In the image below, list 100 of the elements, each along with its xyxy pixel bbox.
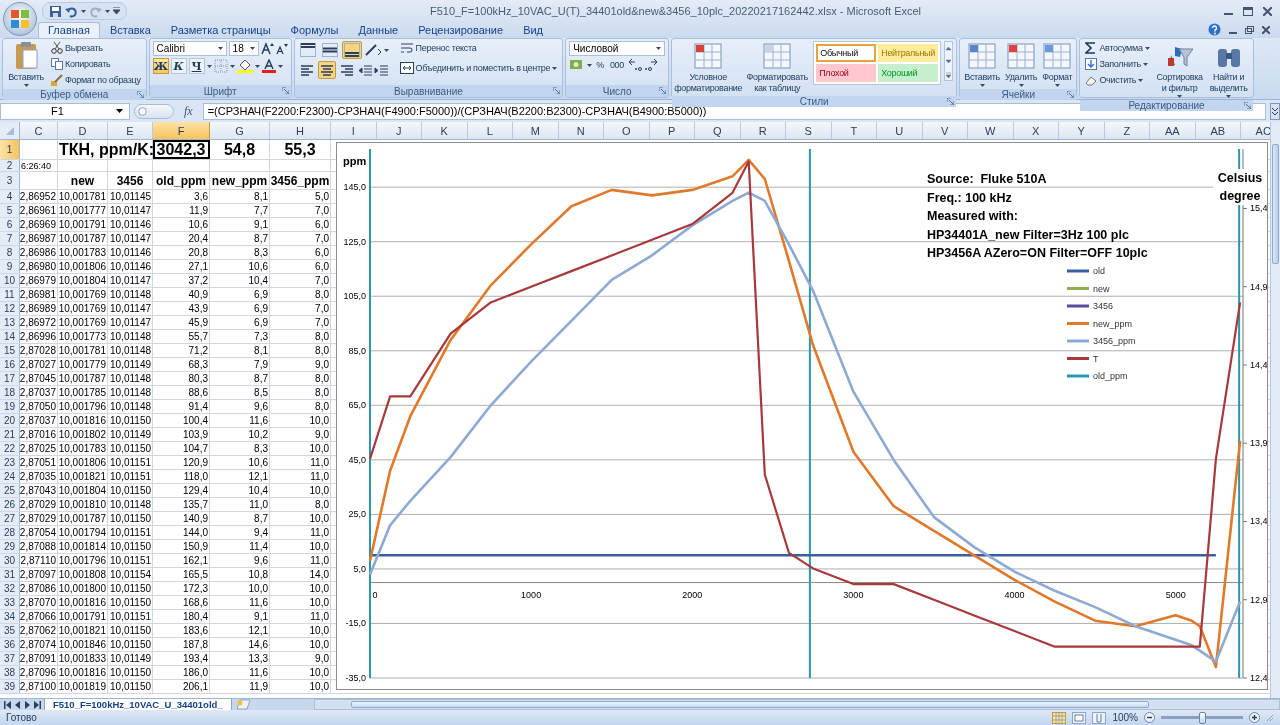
row-header[interactable]: 20	[0, 414, 20, 427]
sheet-tab[interactable]: F510_F=100kHz_10VAC_U_34401old_	[44, 698, 232, 711]
cells-button[interactable]: Формат	[1041, 41, 1074, 87]
sort-filter-button[interactable]: Сортировка и фильтр	[1154, 41, 1205, 98]
horizontal-align-button[interactable]	[317, 61, 336, 79]
column-header[interactable]: V	[922, 122, 968, 139]
scrollbar-thumb[interactable]	[350, 701, 1149, 708]
editing-button[interactable]: Заполнить	[1083, 57, 1152, 71]
column-header[interactable]: AB	[1195, 122, 1241, 139]
number-format-select[interactable]: Числовой	[569, 41, 666, 56]
merge-center-button[interactable]: Объединить и поместить в центре	[397, 61, 560, 75]
row-header[interactable]: 5	[0, 204, 20, 217]
vertical-align-button[interactable]	[297, 41, 318, 59]
row-header[interactable]: 21	[0, 428, 20, 441]
row-header[interactable]: 17	[0, 372, 20, 385]
conditional-format-button[interactable]: Условное форматирование	[675, 41, 742, 94]
wrap-text-button[interactable]: Перенос текста	[397, 41, 560, 55]
cells-button[interactable]: Удалить	[1003, 41, 1039, 87]
column-header[interactable]: J	[376, 122, 422, 139]
row-header[interactable]: 11	[0, 288, 20, 301]
row-header[interactable]: 2	[0, 160, 20, 171]
row-header[interactable]: 29	[0, 540, 20, 553]
row-header[interactable]: 30	[0, 554, 20, 567]
cell-style[interactable]: Плохой	[816, 64, 877, 82]
insert-function-button[interactable]: fx	[178, 103, 199, 119]
row-header[interactable]: 36	[0, 638, 20, 651]
thousands-button[interactable]: 000	[607, 58, 627, 72]
font-style-button[interactable]: Ж	[152, 58, 169, 74]
row-header[interactable]: 38	[0, 666, 20, 679]
slider-thumb[interactable]	[1199, 711, 1206, 724]
column-header[interactable]: Q	[695, 122, 741, 139]
row-header[interactable]: 9	[0, 260, 20, 273]
ribbon-tab[interactable]: Главная	[38, 22, 100, 38]
column-header[interactable]: O	[604, 122, 650, 139]
row-header[interactable]: 25	[0, 484, 20, 497]
row-header[interactable]: 33	[0, 596, 20, 609]
column-header[interactable]: L	[467, 122, 513, 139]
cell-style[interactable]: Нейтральный	[878, 44, 939, 62]
font-style-button[interactable]: К	[170, 58, 187, 74]
column-header[interactable]: K	[422, 122, 468, 139]
cells-button[interactable]: Вставить	[963, 41, 1001, 87]
row-header[interactable]: 8	[0, 246, 20, 259]
vertical-align-button[interactable]	[319, 41, 340, 59]
row-header[interactable]: 16	[0, 358, 20, 371]
vertical-scrollbar[interactable]	[1270, 122, 1280, 698]
column-header[interactable]: M	[513, 122, 559, 139]
row-header[interactable]: 27	[0, 512, 20, 525]
ribbon-tab[interactable]: Формулы	[280, 22, 349, 38]
row-header[interactable]: 13	[0, 316, 20, 329]
row-header[interactable]: 3	[0, 172, 20, 189]
ribbon-tab[interactable]: Вид	[513, 22, 554, 38]
column-header[interactable]: T	[831, 122, 877, 139]
row-header[interactable]: 31	[0, 568, 20, 581]
font-style-button[interactable]: Ч	[188, 58, 205, 74]
row-header[interactable]: 26	[0, 498, 20, 511]
format-table-button[interactable]: Форматировать как таблицу	[744, 41, 811, 94]
zoom-level[interactable]: 100%	[1112, 712, 1138, 723]
column-header[interactable]: P	[649, 122, 695, 139]
row-header[interactable]: 18	[0, 386, 20, 399]
column-header[interactable]: D	[58, 122, 108, 139]
paste-button[interactable]: Вставить	[6, 41, 46, 87]
row-header[interactable]: 23	[0, 456, 20, 469]
column-header[interactable]: G	[210, 122, 270, 139]
ribbon-tab[interactable]: Вставка	[99, 22, 161, 38]
find-select-button[interactable]: Найти и выделить	[1207, 41, 1250, 98]
name-box[interactable]: F1	[0, 102, 130, 120]
column-header[interactable]: W	[968, 122, 1014, 139]
ribbon-tab[interactable]: Разметка страницы	[160, 22, 281, 38]
select-all-button[interactable]	[0, 122, 20, 139]
office-button[interactable]	[3, 2, 37, 36]
editing-button[interactable]: Очистить	[1083, 73, 1152, 87]
row-header[interactable]: 1	[0, 140, 20, 159]
percent-button[interactable]: %	[594, 58, 606, 72]
row-header[interactable]: 37	[0, 652, 20, 665]
column-header[interactable]: R	[740, 122, 786, 139]
vertical-align-button[interactable]	[341, 41, 362, 59]
column-header[interactable]: U	[877, 122, 923, 139]
column-header[interactable]: C	[20, 122, 58, 139]
column-header[interactable]: S	[786, 122, 832, 139]
formula-splitter[interactable]	[134, 103, 174, 119]
cell-style[interactable]: Обычный	[816, 44, 877, 62]
row-header[interactable]: 15	[0, 344, 20, 357]
column-header[interactable]: AA	[1150, 122, 1196, 139]
row-header[interactable]: 22	[0, 442, 20, 455]
horizontal-scrollbar[interactable]	[313, 699, 1280, 710]
column-header[interactable]: N	[558, 122, 604, 139]
row-header[interactable]: 28	[0, 526, 20, 539]
row-header[interactable]: 32	[0, 582, 20, 595]
column-header[interactable]: F	[153, 122, 210, 139]
scrollbar-thumb[interactable]	[1272, 144, 1279, 264]
font-select[interactable]: Calibri	[152, 41, 227, 56]
row-header[interactable]: 14	[0, 330, 20, 343]
column-header[interactable]: Y	[1059, 122, 1105, 139]
font-size-select[interactable]: 18	[228, 41, 259, 56]
column-header[interactable]: X	[1013, 122, 1059, 139]
row-header[interactable]: 19	[0, 400, 20, 413]
column-header[interactable]: I	[331, 122, 377, 139]
column-header[interactable]: H	[270, 122, 331, 139]
row-header[interactable]: 4	[0, 190, 20, 203]
editing-button[interactable]: Автосумма	[1083, 41, 1152, 55]
